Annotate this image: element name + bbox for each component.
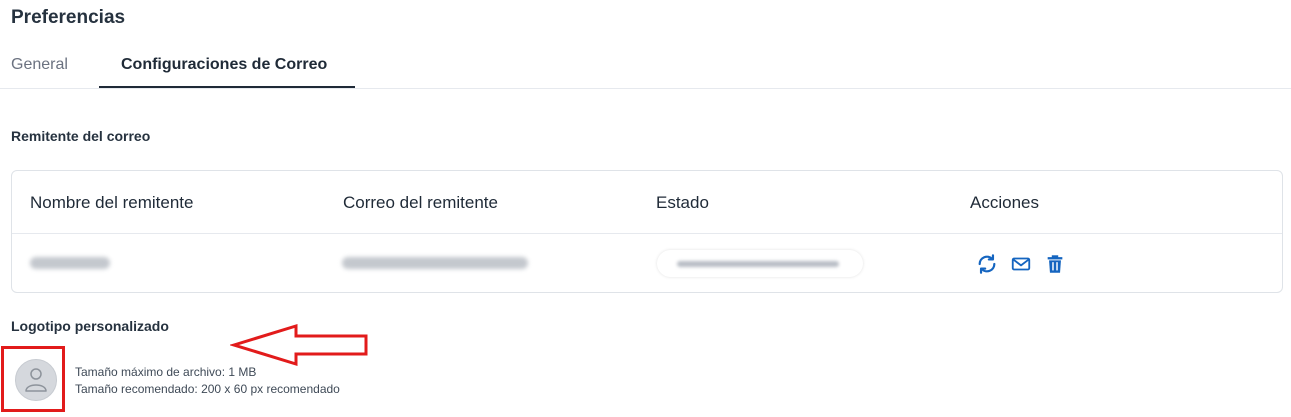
annotation-arrow [230, 323, 368, 367]
logo-section-title: Logotipo personalizado [11, 318, 169, 334]
column-header-status: Estado [656, 193, 709, 212]
logo-info: Tamaño máximo de archivo: 1 MB Tamaño re… [75, 364, 340, 398]
column-header-actions: Acciones [970, 193, 1039, 212]
column-header-name: Nombre del remitente [30, 193, 194, 212]
max-file-size-text: Tamaño máximo de archivo: 1 MB [75, 365, 257, 379]
user-icon [25, 368, 47, 392]
refresh-icon[interactable] [976, 253, 998, 275]
mail-icon[interactable] [1010, 253, 1032, 275]
logo-upload-highlight [1, 346, 65, 412]
row-actions [976, 252, 1066, 276]
logo-upload-avatar[interactable] [15, 359, 57, 401]
sender-section-title: Remitente del correo [11, 128, 151, 144]
status-badge-text-redacted [677, 261, 839, 267]
tab-general[interactable]: General [11, 56, 68, 74]
table-header: Nombre del remitente Correo del remitent… [12, 171, 1282, 234]
status-badge [657, 250, 863, 277]
tab-email-settings[interactable]: Configuraciones de Correo [121, 56, 327, 74]
page-title: Preferencias [11, 7, 126, 28]
active-tab-indicator [99, 86, 355, 88]
sender-table: Nombre del remitente Correo del remitent… [11, 170, 1283, 293]
column-header-email: Correo del remitente [343, 193, 498, 212]
recommended-size-text: Tamaño recomendado: 200 x 60 px recomend… [75, 382, 340, 396]
trash-icon[interactable] [1044, 253, 1066, 275]
sender-name-redacted [30, 257, 110, 269]
tab-bar: General Configuraciones de Correo [0, 44, 1291, 89]
sender-email-redacted [342, 257, 528, 269]
